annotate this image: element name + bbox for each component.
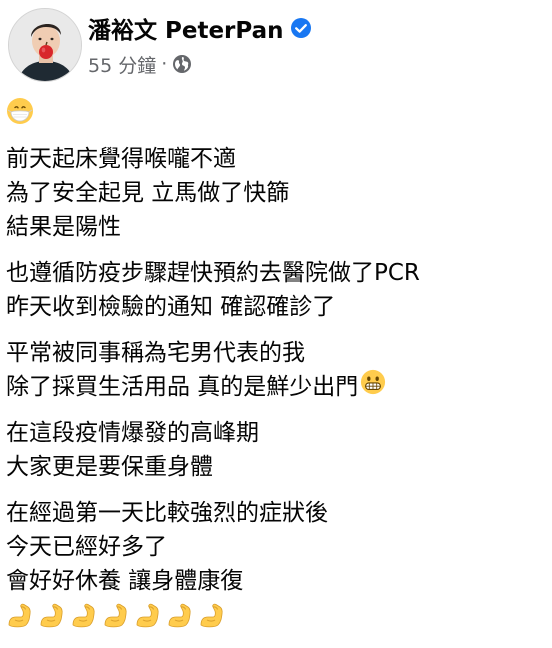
text-line: 大家更是要保重身體 <box>6 454 213 480</box>
paragraph-2: 也遵循防疫步驟趕快預約去醫院做了PCR 昨天收到檢驗的通知 確認確診了 <box>6 256 546 324</box>
mask-face-emoji <box>6 97 34 129</box>
text-line: 為了安全起見 立馬做了快篩 <box>6 180 290 206</box>
post-timestamp[interactable]: 55 分鐘 <box>88 51 156 78</box>
text-line: 平常被同事稱為宅男代表的我 <box>6 340 305 366</box>
avatar[interactable] <box>8 8 82 82</box>
grimacing-face-emoji <box>360 369 386 405</box>
flexed-biceps-emoji <box>102 601 130 629</box>
opening-emoji-line <box>6 96 546 130</box>
flexed-biceps-emoji <box>134 601 162 629</box>
flexed-biceps-emoji <box>38 601 66 629</box>
author-name[interactable]: 潘裕文 PeterPan <box>88 11 284 45</box>
text-line: 也遵循防疫步驟趕快預約去醫院做了PCR <box>6 260 420 286</box>
paragraph-3: 平常被同事稱為宅男代表的我 除了採買生活用品 真的是鮮少出門 <box>6 336 546 404</box>
text-line: 今天已經好多了 <box>6 534 167 560</box>
text-line: 昨天收到檢驗的通知 確認確診了 <box>6 294 336 320</box>
globe-icon[interactable] <box>172 54 192 74</box>
text-line-with-emoji: 除了採買生活用品 真的是鮮少出門 <box>6 369 546 405</box>
flexed-biceps-emoji <box>6 601 34 629</box>
post-header: 潘裕文 PeterPan 55 分鐘 · <box>8 8 544 84</box>
paragraph-1: 前天起床覺得喉嚨不適 為了安全起見 立馬做了快篩 結果是陽性 <box>6 142 546 244</box>
flexed-biceps-emoji <box>70 601 98 629</box>
flexed-biceps-emoji <box>166 601 194 629</box>
post-meta: 55 分鐘 · <box>88 50 192 78</box>
author-row: 潘裕文 PeterPan <box>88 10 312 46</box>
avatar-image <box>9 9 81 81</box>
meta-separator: · <box>161 53 168 75</box>
closing-emoji-row <box>6 598 546 632</box>
post-body: 前天起床覺得喉嚨不適 為了安全起見 立馬做了快篩 結果是陽性 也遵循防疫步驟趕快… <box>6 96 546 632</box>
text-line: 會好好休養 讓身體康復 <box>6 568 244 594</box>
paragraph-5: 在經過第一天比較強烈的症狀後 今天已經好多了 會好好休養 讓身體康復 <box>6 496 546 598</box>
text-line: 前天起床覺得喉嚨不適 <box>6 146 236 172</box>
text-line: 在經過第一天比較強烈的症狀後 <box>6 500 328 526</box>
flexed-biceps-emoji <box>198 601 226 629</box>
paragraph-4: 在這段疫情爆發的高峰期 大家更是要保重身體 <box>6 416 546 484</box>
text-line: 在這段疫情爆發的高峰期 <box>6 420 259 446</box>
verified-badge-icon <box>290 17 312 39</box>
text-line: 結果是陽性 <box>6 214 121 240</box>
text-line-content: 除了採買生活用品 真的是鮮少出門 <box>6 374 359 400</box>
facebook-post: 潘裕文 PeterPan 55 分鐘 · 前天起床覺得喉嚨不適 為了安全起見 立… <box>0 0 552 648</box>
